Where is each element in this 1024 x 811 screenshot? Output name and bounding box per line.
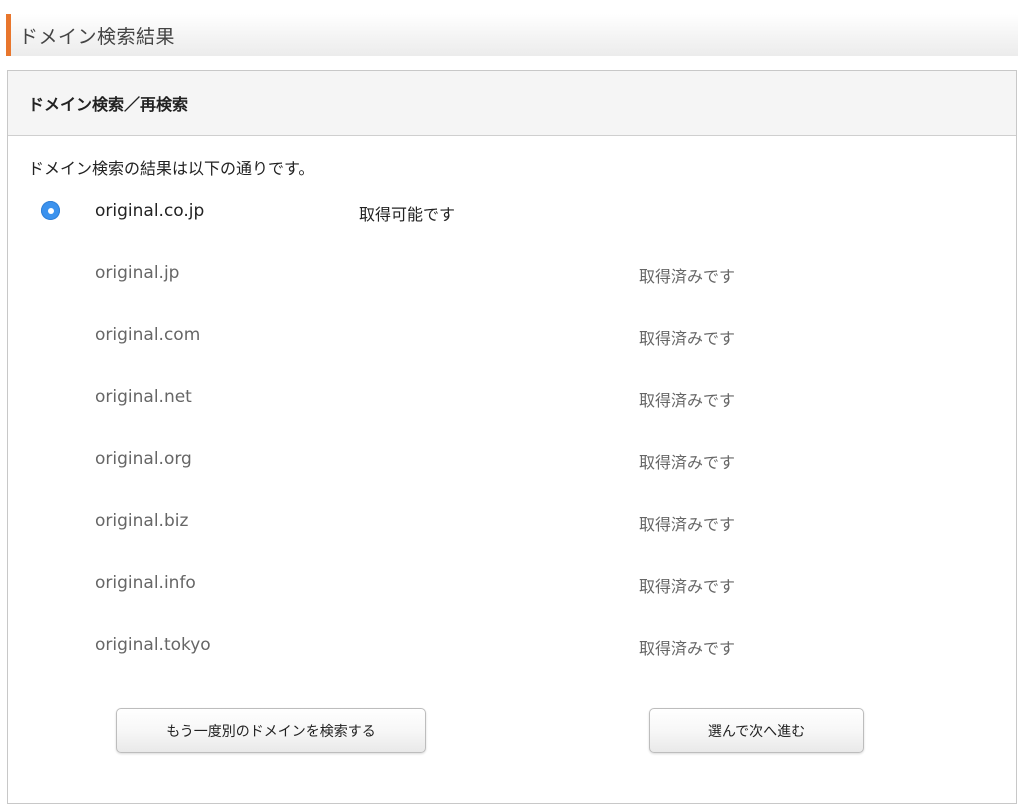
results-intro-text: ドメイン検索の結果は以下の通りです。: [28, 159, 315, 178]
domain-row-net: original.net 取得済みです: [8, 369, 1016, 431]
domain-status: 取得済みです: [639, 329, 736, 348]
select-and-next-button[interactable]: 選んで次へ進む: [649, 708, 864, 753]
domain-name: original.jp: [95, 263, 180, 283]
domain-name: original.net: [95, 387, 192, 407]
domain-name: original.tokyo: [95, 635, 211, 655]
page-title: ドメイン検索結果: [19, 25, 176, 48]
domain-name: original.co.jp: [95, 201, 205, 221]
domain-status: 取得済みです: [639, 639, 736, 658]
domain-name: original.biz: [95, 511, 189, 531]
domain-status: 取得可能です: [359, 205, 456, 224]
domain-status: 取得済みです: [639, 577, 736, 596]
panel-header: ドメイン検索／再検索: [8, 71, 1016, 136]
domain-status: 取得済みです: [639, 391, 736, 410]
domain-row-com: original.com 取得済みです: [8, 307, 1016, 369]
domain-status: 取得済みです: [639, 267, 736, 286]
domain-row-info: original.info 取得済みです: [8, 555, 1016, 617]
domain-radio-selected-icon[interactable]: [41, 201, 60, 220]
domain-row-co-jp[interactable]: original.co.jp 取得可能です: [8, 183, 1016, 245]
domain-row-biz: original.biz 取得済みです: [8, 493, 1016, 555]
panel-heading: ドメイン検索／再検索: [28, 95, 189, 114]
domain-search-panel: ドメイン検索／再検索 ドメイン検索の結果は以下の通りです。 original.c…: [7, 70, 1017, 804]
domain-row-tokyo: original.tokyo 取得済みです: [8, 617, 1016, 679]
search-again-button[interactable]: もう一度別のドメインを検索する: [116, 708, 426, 753]
domain-name: original.org: [95, 449, 192, 469]
domain-result-list: original.co.jp 取得可能です original.jp 取得済みです…: [8, 183, 1016, 679]
domain-status: 取得済みです: [639, 515, 736, 534]
domain-status: 取得済みです: [639, 453, 736, 472]
domain-row-org: original.org 取得済みです: [8, 431, 1016, 493]
domain-name: original.info: [95, 573, 196, 593]
domain-row-jp: original.jp 取得済みです: [8, 245, 1016, 307]
page-header: ドメイン検索結果: [6, 14, 1018, 56]
domain-name: original.com: [95, 325, 201, 345]
